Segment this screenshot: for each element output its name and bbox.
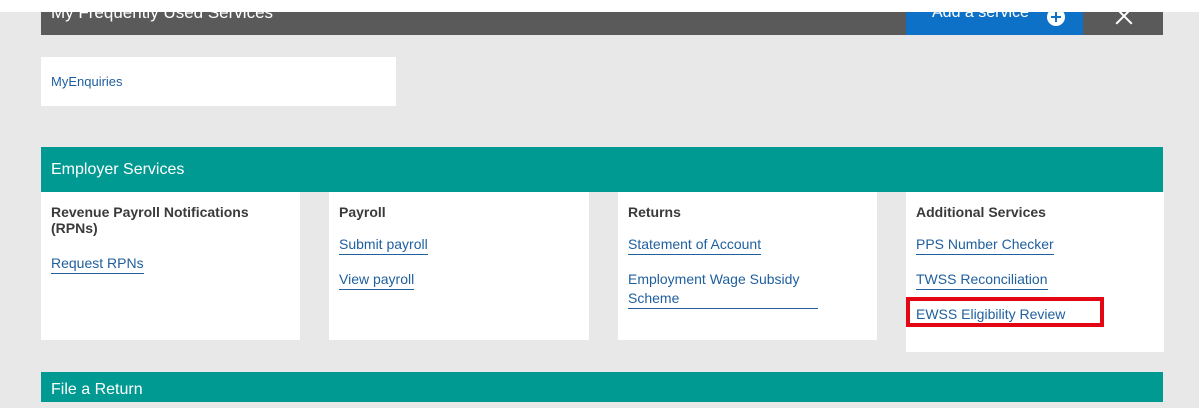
add-service-label: Add a service	[932, 12, 1029, 21]
submit-payroll-link[interactable]: Submit payroll	[339, 235, 428, 255]
returns-heading: Returns	[628, 204, 681, 220]
rpn-heading: Revenue Payroll Notifications (RPNs)	[51, 204, 249, 236]
additional-services-heading: Additional Services	[916, 204, 1046, 220]
rpn-card: Revenue Payroll Notifications (RPNs) Req…	[41, 192, 300, 340]
pps-number-checker-link[interactable]: PPS Number Checker	[916, 235, 1054, 255]
statement-of-account-link[interactable]: Statement of Account	[628, 235, 762, 255]
add-service-button[interactable]: Add a service	[906, 12, 1083, 35]
payroll-heading: Payroll	[339, 204, 386, 220]
employer-services-header: Employer Services	[41, 147, 1163, 192]
my-enquiries-card: MyEnquiries	[41, 57, 396, 106]
additional-services-card: Additional Services PPS Number Checker T…	[906, 192, 1164, 352]
frequent-services-title: My Frequently Used Services	[51, 12, 274, 22]
view-payroll-link[interactable]: View payroll	[339, 270, 415, 290]
top-band	[0, 0, 1199, 12]
file-a-return-header: File a Return	[41, 372, 1163, 402]
request-rpns-link[interactable]: Request RPNs	[51, 254, 144, 274]
highlight-annotation-box	[906, 297, 1104, 327]
twss-reconciliation-link[interactable]: TWSS Reconciliation	[916, 270, 1048, 290]
close-icon[interactable]	[1113, 12, 1135, 27]
frequent-services-bar: My Frequently Used Services Add a servic…	[41, 12, 1163, 35]
my-enquiries-link[interactable]: MyEnquiries	[51, 74, 123, 89]
plus-circle-icon	[1047, 12, 1065, 26]
ewss-link[interactable]: Employment Wage Subsidy Scheme	[628, 270, 818, 309]
payroll-card: Payroll Submit payroll View payroll	[329, 192, 589, 340]
returns-card: Returns Statement of Account Employment …	[618, 192, 877, 340]
